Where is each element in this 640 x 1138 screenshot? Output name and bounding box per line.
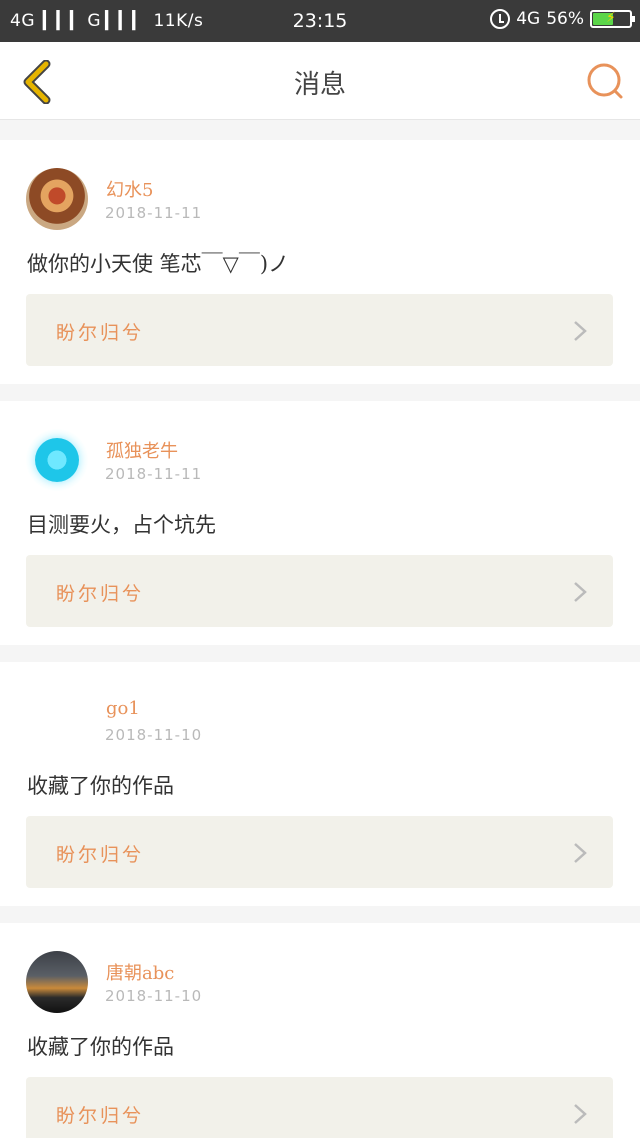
- status-icons: 4G 56% ⚡: [490, 9, 635, 29]
- search-icon[interactable]: [586, 62, 624, 100]
- work-title: 盼尔归兮: [56, 583, 145, 605]
- alarm-icon: [490, 9, 511, 29]
- page-title: 消息: [293, 70, 346, 100]
- network-type: 4G: [516, 9, 541, 29]
- message-date: 2018-11-11: [105, 204, 203, 222]
- chevron-right-icon: [574, 582, 587, 602]
- username[interactable]: 唐朝abc: [106, 959, 174, 985]
- chevron-right-icon: [574, 843, 587, 863]
- message-content: 做你的小天使 笔芯￣▽￣)ノ: [27, 252, 290, 276]
- message-card: 唐朝abc 2018-11-10 收藏了你的作品 盼尔归兮: [0, 923, 640, 1138]
- username[interactable]: 幻水5: [106, 176, 153, 202]
- message-content: 收藏了你的作品: [27, 774, 174, 798]
- avatar[interactable]: [26, 168, 88, 230]
- nav-bar: 消息: [0, 42, 640, 120]
- work-title: 盼尔归兮: [56, 322, 145, 344]
- work-title: 盼尔归兮: [56, 844, 145, 866]
- message-date: 2018-11-11: [105, 465, 203, 483]
- message-date: 2018-11-10: [105, 726, 203, 744]
- work-link[interactable]: 盼尔归兮: [26, 1077, 613, 1138]
- avatar[interactable]: [26, 429, 88, 491]
- message-content: 收藏了你的作品: [27, 1035, 174, 1059]
- avatar[interactable]: [26, 690, 88, 752]
- battery-percent: 56%: [546, 9, 584, 29]
- charging-icon: ⚡: [606, 10, 616, 26]
- work-title: 盼尔归兮: [56, 1105, 145, 1127]
- status-bar: 4G ▎▎▎ G ▎▎▎ 11K/s 23:15 4G 56% ⚡: [0, 0, 640, 42]
- chevron-right-icon: [574, 1104, 587, 1124]
- message-card: go1 2018-11-10 收藏了你的作品 盼尔归兮: [0, 662, 640, 906]
- work-link[interactable]: 盼尔归兮: [26, 555, 613, 627]
- work-link[interactable]: 盼尔归兮: [26, 294, 613, 366]
- work-link[interactable]: 盼尔归兮: [26, 816, 613, 888]
- username[interactable]: 孤独老牛: [106, 437, 178, 463]
- username[interactable]: go1: [106, 698, 140, 719]
- message-date: 2018-11-10: [105, 987, 203, 1005]
- message-list: 幻水5 2018-11-11 做你的小天使 笔芯￣▽￣)ノ 盼尔归兮 孤独老牛 …: [0, 140, 640, 1138]
- message-content: 目测要火，占个坑先: [27, 513, 216, 537]
- lemon-image: [35, 438, 79, 482]
- avatar[interactable]: [26, 951, 88, 1013]
- chevron-right-icon: [574, 321, 587, 341]
- battery-icon: ⚡: [590, 10, 635, 28]
- message-card: 幻水5 2018-11-11 做你的小天使 笔芯￣▽￣)ノ 盼尔归兮: [0, 140, 640, 384]
- message-card: 孤独老牛 2018-11-11 目测要火，占个坑先 盼尔归兮: [0, 401, 640, 645]
